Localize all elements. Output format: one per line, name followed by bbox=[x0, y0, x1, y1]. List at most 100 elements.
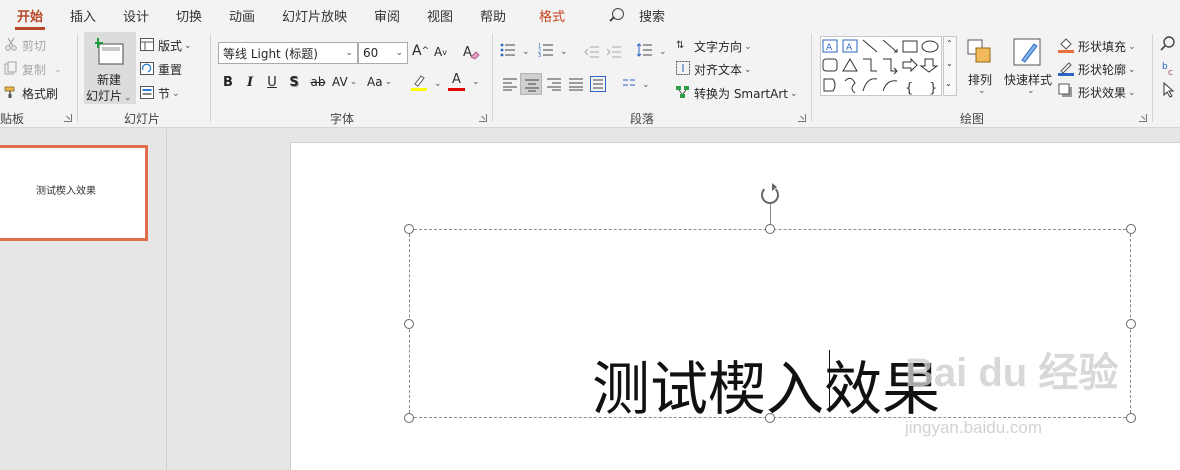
tab-insert[interactable]: 插入 bbox=[70, 6, 96, 25]
resize-handle-left[interactable] bbox=[404, 319, 414, 329]
new-slide-button[interactable]: 新建 幻灯片 ⌄ bbox=[84, 32, 136, 104]
tab-review[interactable]: 审阅 bbox=[374, 6, 400, 25]
paragraph-launcher-icon[interactable] bbox=[798, 114, 806, 122]
chevron-down-icon: ⌄ bbox=[642, 79, 650, 90]
resize-handle-top-right[interactable] bbox=[1126, 224, 1136, 234]
tab-view[interactable]: 视图 bbox=[427, 6, 453, 25]
reset-label: 重置 bbox=[158, 63, 183, 77]
align-right-icon[interactable] bbox=[546, 77, 562, 94]
tab-slideshow[interactable]: 幻灯片放映 bbox=[282, 6, 347, 25]
text-direction-button[interactable]: ⇅ 文字方向 ⌄ bbox=[676, 37, 752, 56]
arrange-button[interactable]: 排列 ⌄ bbox=[962, 36, 1002, 108]
gallery-scroll[interactable]: ⌃ ⌄ ⌄ bbox=[943, 36, 957, 96]
tab-format[interactable]: 格式 bbox=[539, 6, 565, 25]
section-icon bbox=[140, 85, 154, 102]
gallery-expand-icon[interactable]: ⌄ bbox=[945, 79, 952, 88]
bullets-button[interactable]: ⌄ bbox=[500, 43, 530, 60]
font-size-select[interactable]: 60 ⌄ bbox=[358, 42, 408, 64]
clear-formatting-icon[interactable]: A bbox=[462, 43, 480, 64]
text-cursor bbox=[829, 350, 830, 412]
font-group-label: 字体 bbox=[330, 112, 355, 126]
underline-button[interactable]: U bbox=[262, 75, 282, 90]
grow-font-button[interactable]: A ^ bbox=[412, 43, 429, 59]
shape-effects-button[interactable]: 形状效果 ⌄ bbox=[1058, 83, 1136, 102]
quick-styles-button[interactable]: 快速样式 ⌄ bbox=[1004, 36, 1054, 108]
align-center-button[interactable] bbox=[520, 73, 542, 95]
scroll-up-icon[interactable]: ⌃ bbox=[946, 39, 953, 48]
resize-handle-bottom-left[interactable] bbox=[404, 413, 414, 423]
bold-button[interactable]: B bbox=[218, 75, 238, 90]
italic-button[interactable]: I bbox=[240, 75, 260, 90]
divider bbox=[1152, 34, 1153, 122]
convert-smartart-button[interactable]: 转换为 SmartArt ⌄ bbox=[676, 85, 798, 102]
change-case-button[interactable]: Aa ⌄ bbox=[367, 75, 392, 89]
font-name-select[interactable]: 等线 Light (标题) ⌄ bbox=[218, 42, 358, 64]
shadow-button[interactable]: S bbox=[284, 75, 304, 90]
character-spacing-button[interactable]: AV ⌄ bbox=[332, 75, 357, 89]
highlighter-icon bbox=[410, 73, 428, 94]
drawing-launcher-icon[interactable] bbox=[1139, 114, 1147, 122]
search-icon[interactable] bbox=[612, 8, 624, 20]
columns-button[interactable]: ⌄ bbox=[622, 77, 650, 92]
decrease-indent-icon[interactable] bbox=[584, 45, 600, 62]
caret-up-icon: ^ bbox=[421, 46, 430, 56]
character-spacing-label: AV bbox=[332, 75, 348, 89]
cut-button[interactable]: 剪切 bbox=[4, 37, 46, 54]
tab-help[interactable]: 帮助 bbox=[480, 6, 506, 25]
divider bbox=[210, 34, 211, 122]
shape-outline-button[interactable]: 形状轮廓 ⌄ bbox=[1058, 60, 1136, 79]
tab-home[interactable]: 开始 bbox=[14, 6, 46, 30]
caret-down-icon: v bbox=[442, 47, 447, 57]
resize-handle-bottom-right[interactable] bbox=[1126, 413, 1136, 423]
font-name-value: 等线 Light (标题) bbox=[223, 46, 318, 61]
watermark-logo: Bai du 经验 bbox=[905, 351, 1119, 395]
tab-design[interactable]: 设计 bbox=[123, 6, 149, 25]
rotate-handle-icon[interactable] bbox=[761, 183, 779, 204]
shape-effects-label: 形状效果 bbox=[1078, 86, 1127, 100]
clipboard-launcher-icon[interactable] bbox=[64, 114, 72, 122]
slide-title-text[interactable]: 测试楔入效果 bbox=[592, 342, 940, 426]
layout-button[interactable]: 版式 ⌄ bbox=[140, 37, 192, 54]
copy-icon bbox=[4, 61, 18, 78]
strikethrough-button[interactable]: ab bbox=[306, 75, 330, 89]
font-color-button[interactable]: A ⌄ bbox=[448, 72, 480, 91]
find-icon[interactable] bbox=[1160, 36, 1176, 55]
font-launcher-icon[interactable] bbox=[479, 114, 487, 122]
tab-animations[interactable]: 动画 bbox=[229, 6, 255, 25]
chevron-down-icon: ⌄ bbox=[172, 88, 180, 99]
shapes-gallery[interactable]: A A { } bbox=[820, 36, 942, 96]
highlight-color-button[interactable]: ⌄ bbox=[410, 73, 442, 94]
arrange-icon bbox=[966, 38, 996, 71]
section-label: 节 bbox=[158, 87, 171, 101]
slide-thumbnail[interactable]: 测试楔入效果 bbox=[0, 145, 148, 241]
replace-icon[interactable]: bc bbox=[1162, 60, 1178, 79]
section-button[interactable]: 节 ⌄ bbox=[140, 85, 180, 102]
tab-transitions[interactable]: 切换 bbox=[176, 6, 202, 25]
reset-button[interactable]: 重置 bbox=[140, 61, 182, 78]
chevron-down-icon: ⌄ bbox=[1027, 86, 1035, 96]
shrink-font-button[interactable]: Av bbox=[434, 45, 447, 59]
align-left-icon[interactable] bbox=[502, 77, 518, 94]
scroll-down-icon[interactable]: ⌄ bbox=[946, 59, 953, 68]
chevron-down-icon: ⌄ bbox=[978, 86, 986, 96]
line-spacing-button[interactable]: ⌄ bbox=[636, 43, 667, 60]
chevron-down-icon: ⌄ bbox=[1128, 41, 1136, 52]
pencil-icon bbox=[1058, 60, 1074, 79]
shape-fill-button[interactable]: 形状填充 ⌄ bbox=[1058, 37, 1136, 56]
format-painter-button[interactable]: 格式刷 bbox=[4, 85, 58, 102]
increase-indent-icon[interactable] bbox=[606, 45, 622, 62]
resize-handle-right[interactable] bbox=[1126, 319, 1136, 329]
align-text-button[interactable]: 对齐文本 ⌄ bbox=[676, 61, 752, 78]
distributed-icon[interactable] bbox=[590, 76, 606, 95]
bullet-list-icon bbox=[500, 43, 516, 60]
search-label[interactable]: 搜索 bbox=[639, 6, 665, 25]
select-cursor-icon[interactable] bbox=[1162, 81, 1176, 101]
chevron-down-icon: ⌄ bbox=[384, 77, 393, 87]
numbering-button[interactable]: 123 ⌄ bbox=[538, 43, 568, 60]
font-color-swatch bbox=[448, 88, 465, 91]
svg-text:A: A bbox=[463, 45, 472, 60]
copy-button[interactable]: 复制 ⌄ bbox=[4, 61, 62, 78]
resize-handle-top[interactable] bbox=[765, 224, 775, 234]
resize-handle-top-left[interactable] bbox=[404, 224, 414, 234]
justify-icon[interactable] bbox=[568, 77, 584, 94]
